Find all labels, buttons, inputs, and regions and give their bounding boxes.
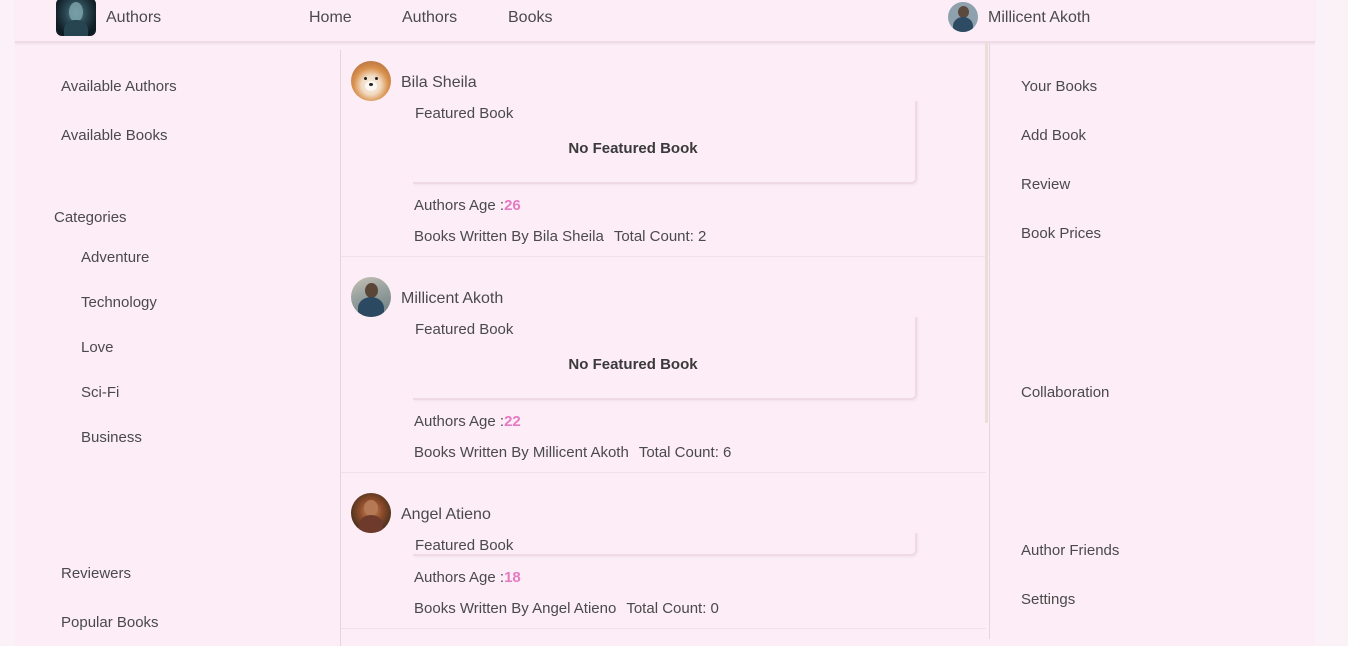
nav-home[interactable]: Home (309, 9, 352, 27)
books-written: Books Written By Millicent Akoth Total Co… (414, 444, 732, 461)
collaboration-link[interactable]: Collaboration (1021, 384, 1109, 401)
author-name[interactable]: Angel Atieno (401, 506, 491, 524)
left-sidebar: Available Authors Available Books Catego… (15, 43, 340, 646)
available-authors-link[interactable]: Available Authors (61, 78, 177, 95)
review-link[interactable]: Review (1021, 176, 1070, 193)
right-divider (989, 43, 990, 639)
featured-book-box: Featured Book No Featured Book (413, 101, 917, 184)
books-written: Books Written By Angel Atieno Total Count… (414, 600, 719, 617)
featured-book-box: Featured Book (413, 533, 917, 556)
book-prices-link[interactable]: Book Prices (1021, 225, 1101, 242)
author-name[interactable]: Bila Sheila (401, 74, 477, 92)
author-name[interactable]: Millicent Akoth (401, 290, 503, 308)
author-card: Millicent Akoth Featured Book No Feature… (341, 277, 986, 473)
featured-book-value: No Featured Book (568, 356, 698, 373)
author-age-value: 22 (504, 413, 521, 430)
category-love[interactable]: Love (81, 339, 114, 356)
your-books-link[interactable]: Your Books (1021, 78, 1097, 95)
user-avatar[interactable] (948, 2, 978, 32)
popular-books-link[interactable]: Popular Books (61, 614, 159, 631)
featured-book-value: No Featured Book (568, 140, 698, 157)
author-age-value: 26 (504, 197, 521, 214)
total-count: Total Count: 2 (613, 228, 707, 245)
featured-book-label: Featured Book (415, 105, 514, 122)
total-count: Total Count: 6 (638, 444, 732, 461)
featured-book-box: Featured Book No Featured Book (413, 317, 917, 400)
nav-books[interactable]: Books (508, 9, 552, 27)
add-book-link[interactable]: Add Book (1021, 127, 1086, 144)
user-name[interactable]: Millicent Akoth (988, 9, 1090, 27)
author-avatar[interactable] (351, 277, 391, 317)
author-age: Authors Age :18 (414, 569, 521, 586)
featured-book-label: Featured Book (415, 321, 514, 338)
settings-link[interactable]: Settings (1021, 591, 1075, 608)
category-technology[interactable]: Technology (81, 294, 157, 311)
category-business[interactable]: Business (81, 429, 142, 446)
author-age: Authors Age :26 (414, 197, 521, 214)
category-sci-fi[interactable]: Sci-Fi (81, 384, 119, 401)
brand-name[interactable]: Authors (106, 9, 161, 27)
author-friends-link[interactable]: Author Friends (1021, 542, 1119, 559)
total-count: Total Count: 0 (626, 600, 719, 617)
author-card: Bila Sheila Featured Book No Featured Bo… (341, 61, 986, 257)
author-avatar[interactable] (351, 493, 391, 533)
top-navbar: Authors Home Authors Books Millicent Ako… (15, 0, 1315, 43)
available-books-link[interactable]: Available Books (61, 127, 167, 144)
reviewers-link[interactable]: Reviewers (61, 565, 131, 582)
nav-authors[interactable]: Authors (402, 9, 457, 27)
author-age-value: 18 (504, 569, 521, 586)
brand-logo[interactable] (56, 0, 96, 36)
author-card: Angel Atieno Featured Book Authors Age :… (341, 493, 986, 629)
featured-book-label: Featured Book (415, 537, 514, 554)
page: Authors Home Authors Books Millicent Ako… (15, 0, 1315, 646)
author-avatar[interactable] (351, 61, 391, 101)
books-written: Books Written By Bila Sheila Total Count:… (414, 228, 707, 245)
categories-title: Categories (54, 209, 127, 226)
category-adventure[interactable]: Adventure (81, 249, 149, 266)
author-age: Authors Age :22 (414, 413, 521, 430)
